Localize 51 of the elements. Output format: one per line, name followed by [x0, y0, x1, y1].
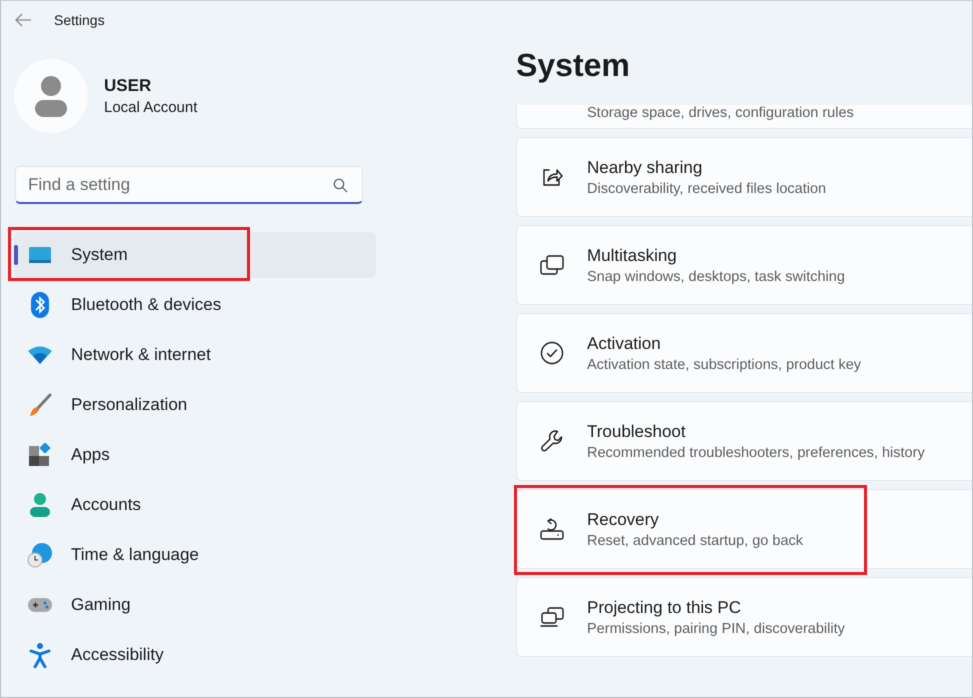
bluetooth-icon [31, 292, 49, 318]
card-description: Snap windows, desktops, task switching [587, 268, 845, 284]
search-field[interactable]: Find a setting [15, 166, 363, 204]
projector-icon [539, 605, 565, 629]
card-title: Troubleshoot [587, 422, 687, 442]
card-description: Recommended troubleshooters, preferences, history [587, 444, 925, 460]
nav-item[interactable]: Network & internet [14, 332, 376, 378]
setting-card[interactable]: Recovery Reset, advanced startup, go back [516, 489, 972, 569]
card-description: Activation state, subscriptions, product key [587, 356, 862, 372]
globe-clock-icon [27, 542, 53, 568]
account-type: Local Account [104, 98, 198, 116]
brush-icon [28, 393, 52, 417]
wrench-icon [540, 429, 564, 453]
person-icon [29, 492, 51, 518]
monitor-icon [28, 245, 52, 265]
search-icon [333, 178, 348, 193]
apps-icon [28, 443, 52, 467]
nav-item[interactable]: Accessibility [14, 632, 376, 678]
card-description: Permissions, pairing PIN, discoverability [587, 620, 845, 636]
page-title: System [516, 46, 631, 85]
card-title: Activation [587, 334, 662, 354]
nav-item[interactable]: Apps [14, 432, 376, 478]
card-title: Multitasking [587, 246, 678, 266]
setting-card[interactable]: Storage space, drives, configuration rules [516, 105, 972, 129]
card-description: Discoverability, received files location [587, 180, 826, 196]
account-name: USER [104, 76, 152, 96]
nav-item[interactable]: Gaming [14, 582, 376, 628]
card-title: Nearby sharing [587, 158, 704, 178]
gamepad-icon [27, 596, 53, 614]
card-description: Storage space, drives, configuration rules [587, 105, 854, 121]
setting-card[interactable]: Activation Activation state, subscriptions, product key [516, 313, 972, 393]
selection-indicator [14, 245, 18, 265]
setting-card[interactable]: Multitasking Snap windows, desktops, task switching [516, 225, 972, 305]
wifi-icon [27, 345, 53, 365]
setting-card[interactable]: Nearby sharing Discoverability, received files location [516, 137, 972, 217]
nav-item[interactable]: Personalization [14, 382, 376, 428]
nav-item[interactable]: Bluetooth & devices [14, 282, 376, 328]
windows-stack-icon [539, 253, 565, 277]
check-circle-icon [540, 341, 564, 365]
window-title: Settings [54, 12, 105, 28]
accessibility-icon [29, 642, 51, 668]
nav-item[interactable]: Time & language [14, 532, 376, 578]
recovery-drive-icon [539, 517, 565, 541]
card-title: Recovery [587, 510, 660, 530]
setting-card[interactable]: Projecting to this PC Permissions, pairing PIN, discoverability [516, 577, 972, 657]
setting-card[interactable]: Troubleshoot Recommended troubleshooters, preferences, history [516, 401, 972, 481]
card-title: Projecting to this PC [587, 598, 742, 618]
card-description: Reset, advanced startup, go back [587, 532, 804, 548]
nav-item[interactable]: System [14, 232, 376, 278]
back-button[interactable] [14, 13, 32, 27]
nav-item[interactable]: Accounts [14, 482, 376, 528]
